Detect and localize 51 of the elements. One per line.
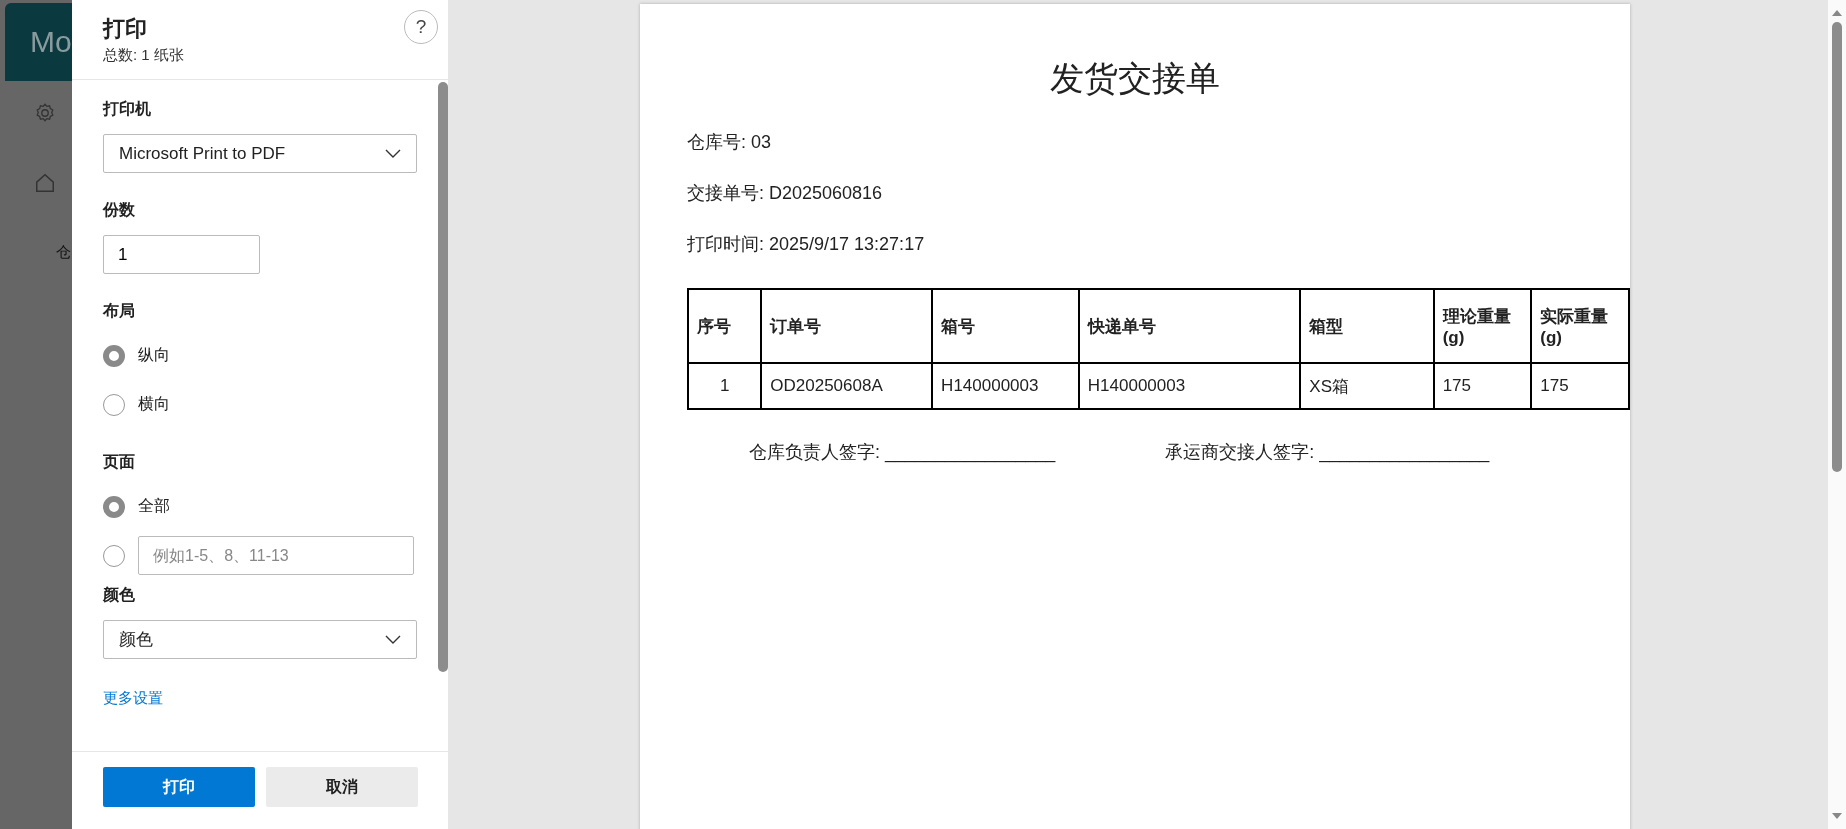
more-settings-link[interactable]: 更多设置	[103, 689, 163, 708]
settings-icon[interactable]	[34, 102, 56, 124]
table-cell: OD20250608A	[761, 363, 933, 409]
section-label: 份数	[103, 200, 135, 220]
document-field: 交接单号: D2025060816	[687, 181, 883, 205]
scrollbar[interactable]	[438, 82, 448, 672]
cancel-button[interactable]: 取消	[266, 767, 418, 807]
copies-field[interactable]: 1	[103, 235, 260, 274]
scrollbar-thumb[interactable]	[1832, 22, 1842, 472]
print-button[interactable]: 打印	[103, 767, 255, 807]
radio-button[interactable]	[103, 544, 125, 567]
radio-button[interactable]	[103, 495, 125, 518]
table-header-cell: 箱型	[1300, 289, 1434, 363]
home-icon[interactable]	[34, 172, 56, 194]
signature-line: 仓库负责人签字: _________________	[749, 441, 1056, 464]
radio-label[interactable]: 全部	[138, 496, 170, 517]
help-button[interactable]: ?	[404, 10, 438, 44]
table-header-cell: 箱号	[932, 289, 1079, 363]
dialog-title: 打印	[103, 15, 148, 43]
document-field: 仓库号: 03	[687, 130, 772, 154]
table-cell: H140000003	[1078, 363, 1301, 409]
printer-select[interactable]: Microsoft Print to PDF	[103, 134, 417, 173]
chevron-down-icon	[385, 634, 401, 645]
document-title: 发货交接单	[1050, 58, 1221, 99]
page-range-field[interactable]: 例如1-5、8、11-13	[138, 536, 414, 575]
section-label: 打印机	[103, 99, 151, 119]
chevron-down-icon	[385, 148, 401, 159]
table-cell: 1	[688, 363, 762, 409]
section-label: 页面	[103, 452, 135, 472]
table-header-cell: 理论重量(g)	[1433, 289, 1532, 363]
table-header-cell: 序号	[688, 289, 762, 363]
scroll-down-icon[interactable]	[1832, 813, 1842, 819]
document-field: 打印时间: 2025/9/17 13:27:17	[687, 232, 925, 256]
radio-label[interactable]: 纵向	[138, 345, 170, 366]
table-cell: 175	[1531, 363, 1629, 409]
table-header-cell: 实际重量(g)	[1531, 289, 1629, 363]
scroll-up-icon[interactable]	[1832, 10, 1842, 16]
page-count: 总数: 1 纸张	[103, 46, 184, 65]
table-header-cell: 订单号	[761, 289, 933, 363]
radio-button[interactable]	[103, 393, 125, 416]
section-label: 颜色	[103, 585, 135, 605]
table-header-cell: 快递单号	[1078, 289, 1301, 363]
radio-button[interactable]	[103, 344, 125, 367]
table-cell: XS箱	[1300, 363, 1434, 409]
signature-line: 承运商交接人签字: _________________	[1165, 441, 1490, 464]
table-cell: H140000003	[932, 363, 1079, 409]
section-label: 布局	[103, 301, 135, 321]
radio-label[interactable]: 横向	[138, 394, 170, 415]
color-select[interactable]: 颜色	[103, 620, 417, 659]
table-cell: 175	[1433, 363, 1532, 409]
app-title: Mo	[29, 24, 72, 59]
